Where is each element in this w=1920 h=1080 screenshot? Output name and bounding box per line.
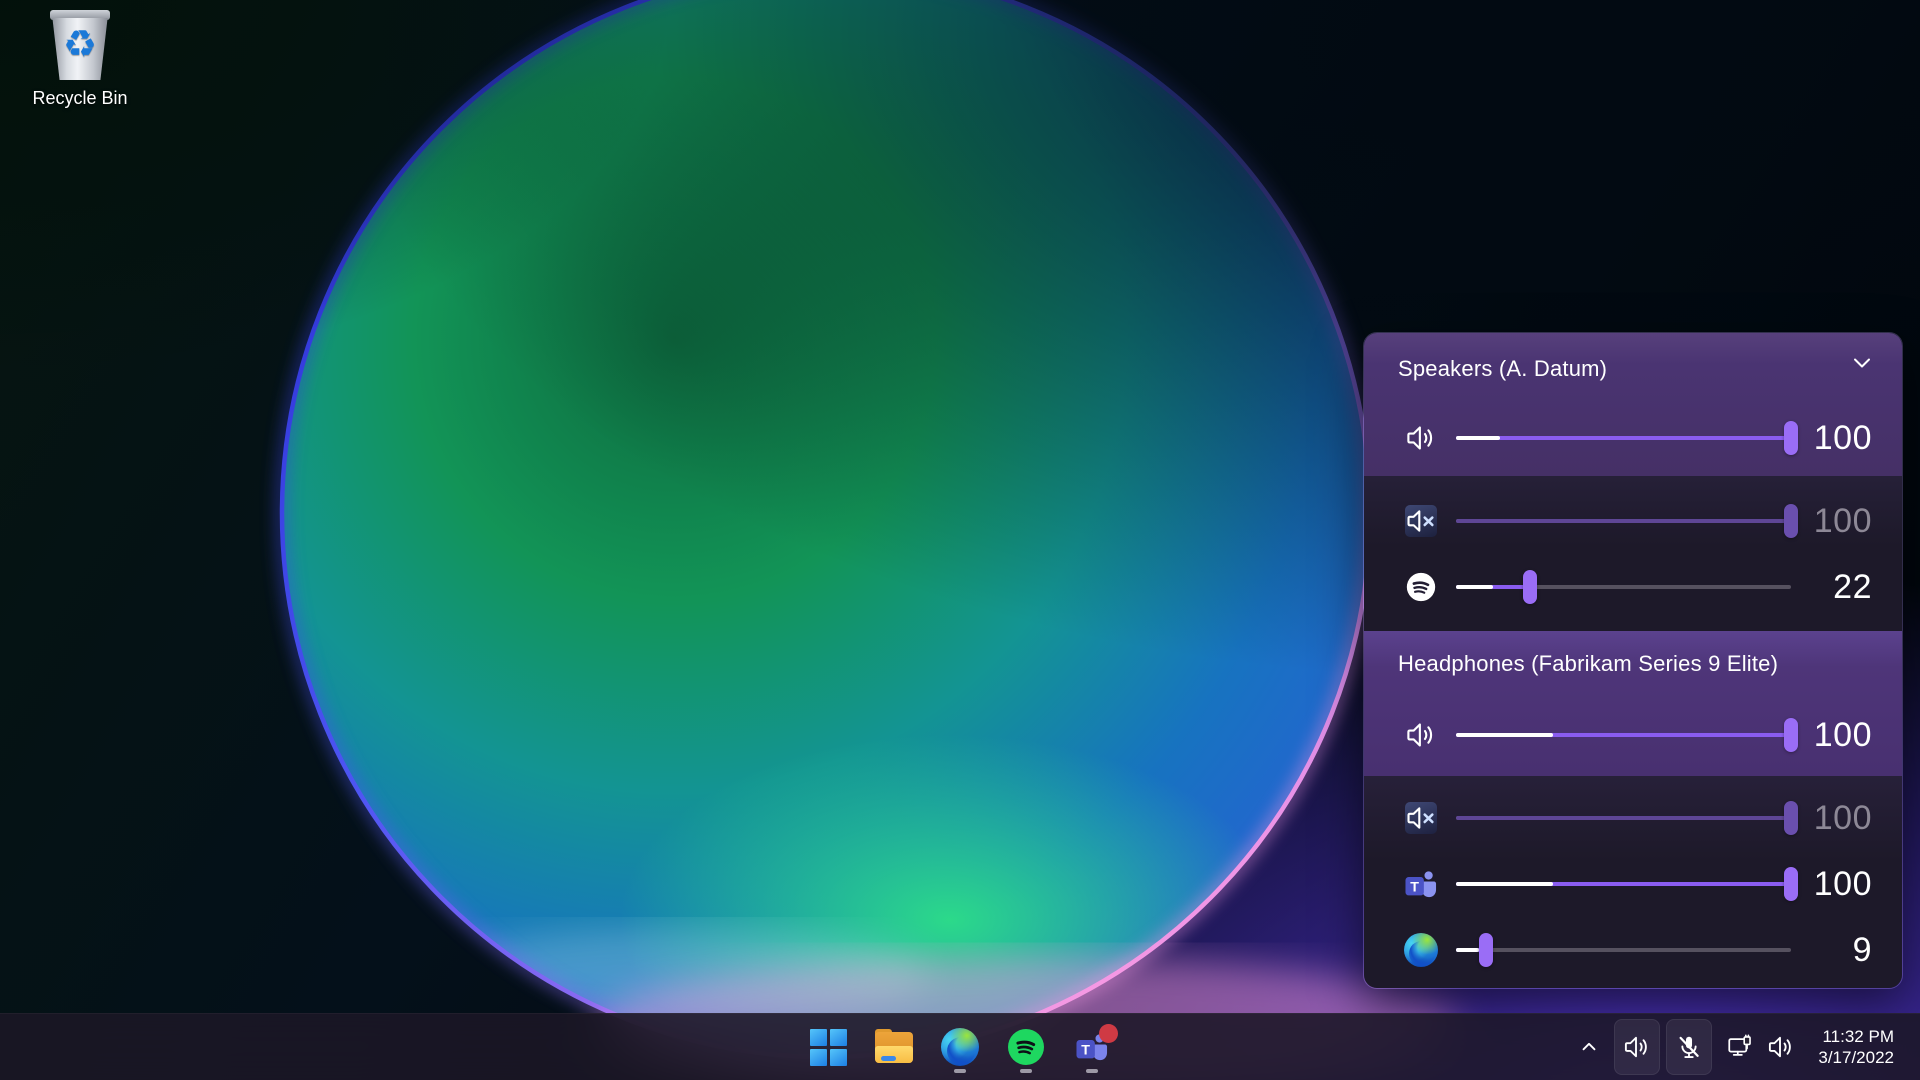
volume-value: 100 [1791, 419, 1872, 458]
slider-thumb[interactable] [1784, 867, 1798, 901]
volume-mixer-flyout: Speakers (A. Datum) 100 [1363, 332, 1903, 989]
system-sounds-volume-slider[interactable] [1456, 502, 1791, 540]
tray-microphone-muted-button[interactable] [1666, 1019, 1712, 1075]
tray-clock[interactable]: 11:32 PM 3/17/2022 [1818, 1026, 1894, 1068]
start-button[interactable] [800, 1017, 856, 1077]
running-indicator [1020, 1069, 1032, 1073]
teams-icon: T [1402, 865, 1440, 903]
audio-peak-meter [1456, 585, 1493, 589]
system-sounds-volume-slider[interactable] [1456, 799, 1791, 837]
volume-value: 100 [1791, 865, 1872, 904]
speaker-icon [1401, 718, 1441, 752]
edge-volume-row: 9 [1398, 914, 1872, 986]
teams-volume-slider[interactable] [1456, 865, 1791, 903]
edge-icon [1404, 933, 1438, 967]
system-sounds-volume-row: 100 [1398, 485, 1872, 557]
desktop-screen: ♻ Recycle Bin Speakers (A. Datum) [0, 0, 1920, 1080]
slider-thumb[interactable] [1523, 570, 1537, 604]
system-tray: 11:32 PM 3/17/2022 [1570, 1014, 1920, 1080]
teams-button[interactable]: T [1064, 1017, 1120, 1077]
speakers-master-volume-slider[interactable] [1456, 419, 1791, 457]
volume-value: 100 [1791, 799, 1872, 838]
edge-icon [941, 1028, 979, 1066]
file-explorer-icon [875, 1032, 913, 1063]
spotify-button[interactable] [998, 1017, 1054, 1077]
audio-peak-meter [1456, 436, 1500, 440]
edge-volume-slider[interactable] [1456, 931, 1791, 969]
speaker-mute-icon [1401, 504, 1441, 538]
taskbar-center-apps: T [800, 1014, 1120, 1080]
taskbar: T [0, 1013, 1920, 1080]
windows-logo-icon [810, 1029, 847, 1066]
spotify-icon [1008, 1029, 1044, 1065]
audio-peak-meter [1456, 733, 1553, 737]
device-header-headphones[interactable]: Headphones (Fabrikam Series 9 Elite) [1398, 636, 1832, 692]
svg-text:T: T [1081, 1043, 1090, 1059]
audio-peak-meter [1456, 948, 1479, 952]
svg-text:T: T [1410, 880, 1419, 896]
slider-thumb[interactable] [1784, 801, 1798, 835]
running-indicator [954, 1069, 966, 1073]
slider-thumb[interactable] [1479, 933, 1493, 967]
volume-value: 9 [1791, 931, 1872, 970]
running-indicator [1086, 1069, 1098, 1073]
display-device-icon [1726, 1033, 1754, 1061]
volume-value: 100 [1791, 716, 1872, 755]
clock-time: 11:32 PM [1818, 1026, 1894, 1047]
recycle-bin-label: Recycle Bin [16, 88, 144, 109]
file-explorer-button[interactable] [866, 1017, 922, 1077]
slider-thumb[interactable] [1784, 421, 1798, 455]
headphones-master-volume-slider[interactable] [1456, 716, 1791, 754]
volume-value: 22 [1791, 568, 1872, 607]
spotify-volume-row: 22 [1398, 551, 1872, 623]
slider-thumb[interactable] [1784, 718, 1798, 752]
speaker-mute-icon [1401, 801, 1441, 835]
chevron-down-icon[interactable] [1848, 351, 1876, 375]
tray-quick-settings-group[interactable] [1718, 1032, 1804, 1062]
speakers-master-volume-row: 100 [1398, 402, 1872, 474]
slider-thumb[interactable] [1784, 504, 1798, 538]
chevron-up-icon [1578, 1036, 1600, 1058]
teams-volume-row: T 100 [1398, 848, 1872, 920]
audio-peak-meter [1456, 882, 1553, 886]
tray-overflow-button[interactable] [1570, 1020, 1608, 1074]
microphone-muted-icon [1675, 1033, 1703, 1061]
headphones-title: Headphones (Fabrikam Series 9 Elite) [1398, 651, 1778, 677]
recycle-bin-icon: ♻ [45, 10, 115, 82]
recycle-bin-shortcut[interactable]: ♻ Recycle Bin [16, 10, 144, 109]
clock-date: 3/17/2022 [1818, 1047, 1894, 1068]
spotify-volume-slider[interactable] [1456, 568, 1791, 606]
tray-volume-button[interactable] [1614, 1019, 1660, 1075]
volume-value: 100 [1791, 502, 1872, 541]
system-sounds-volume-row: 100 [1398, 782, 1872, 854]
speaker-icon [1622, 1032, 1652, 1062]
spotify-icon [1404, 570, 1438, 604]
recycle-symbol-icon: ♻ [45, 26, 115, 64]
notification-badge [1099, 1024, 1118, 1043]
headphones-master-volume-row: 100 [1398, 699, 1872, 771]
speaker-icon [1401, 421, 1441, 455]
speakers-title: Speakers (A. Datum) [1398, 356, 1607, 382]
device-header-speakers[interactable]: Speakers (A. Datum) [1398, 341, 1832, 397]
edge-button[interactable] [932, 1017, 988, 1077]
speaker-icon [1766, 1032, 1796, 1062]
